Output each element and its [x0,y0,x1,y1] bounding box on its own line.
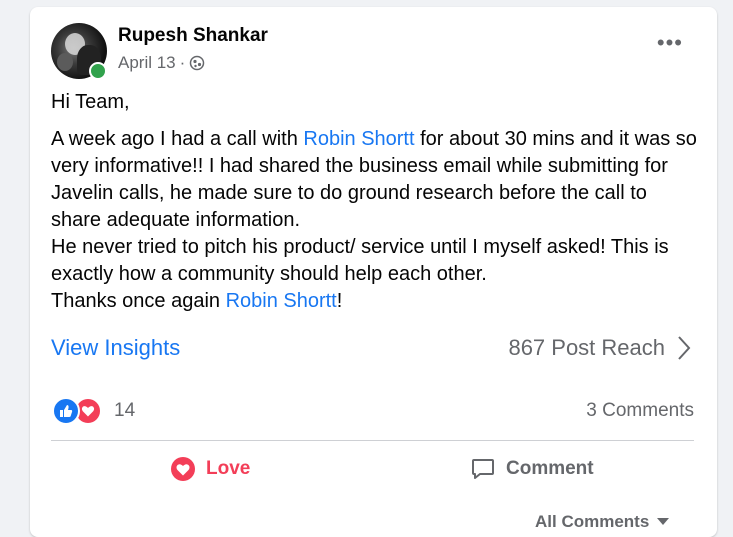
chevron-down-icon [657,518,670,525]
love-label: Love [206,458,251,479]
reaction-count: 14 [114,400,136,421]
view-insights-link[interactable]: View Insights [51,335,180,361]
comment-icon [472,459,494,479]
more-options-button[interactable]: ••• [657,32,683,54]
comment-label: Comment [506,458,594,479]
post-text-1a: A week ago I had a call with [51,128,304,150]
online-status-dot [89,62,107,80]
post-meta: April 13 · [118,53,205,73]
post-paragraph-1: A week ago I had a call with Robin Short… [51,126,701,234]
author-name[interactable]: Rupesh Shankar [118,25,268,47]
chevron-right-icon [678,336,691,360]
post-paragraph-2: He never tried to pitch his product/ ser… [51,236,669,285]
love-button[interactable]: Love [170,453,250,485]
post-paragraph-3: Thanks once again Robin Shortt! [51,288,701,315]
comment-button[interactable]: Comment [470,453,594,485]
post-body: Hi Team, A week ago I had a call with Ro… [51,89,701,315]
heart-icon [171,457,195,481]
mention-link[interactable]: Robin Shortt [303,128,414,150]
mention-link-2[interactable]: Robin Shortt [226,290,337,312]
globe-icon [190,55,205,71]
comments-count-link[interactable]: 3 Comments [586,400,694,422]
like-icon [52,397,80,425]
post-text-3a: Thanks once again [51,290,226,312]
post-reach-label: 867 Post Reach [508,335,665,360]
post-date[interactable]: April 13 [118,53,176,73]
action-divider [51,440,694,441]
post-text-3b: ! [336,290,343,312]
post-greeting: Hi Team, [51,91,130,113]
reactions-summary[interactable]: 14 [52,397,135,425]
all-comments-dropdown[interactable]: All Comments [535,512,670,532]
all-comments-label: All Comments [535,512,650,531]
post-card: Rupesh Shankar April 13 · ••• Hi Team, A… [30,7,717,537]
meta-separator: · [179,53,186,72]
post-reach-button[interactable]: 867 Post Reach [508,335,691,361]
avatar-photo-shadow [57,53,73,71]
